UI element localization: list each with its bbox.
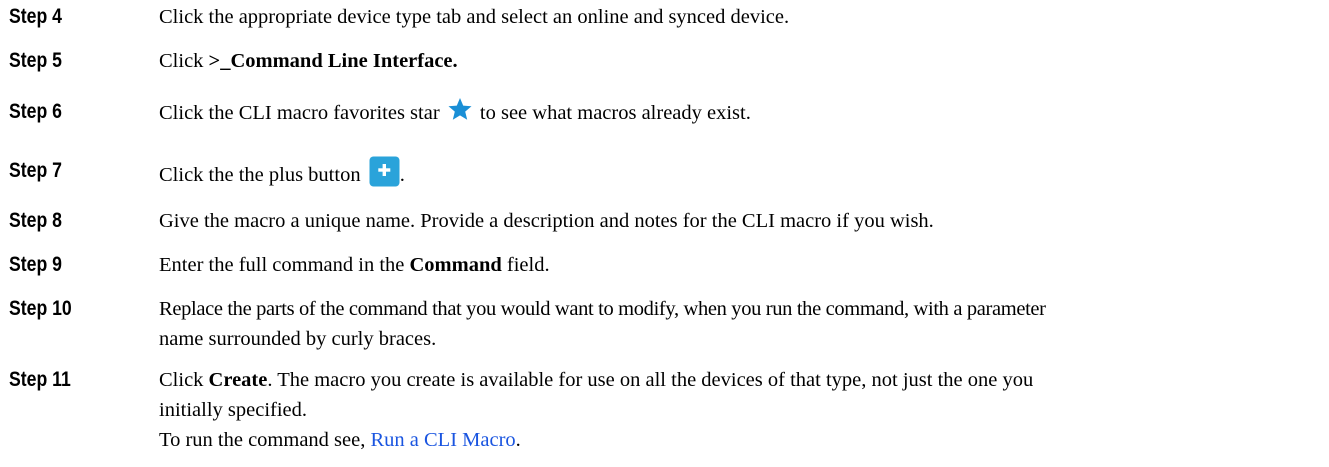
step-text-pre: Click bbox=[159, 50, 209, 72]
step-label: Step 11 bbox=[9, 368, 71, 391]
step-label: Step 5 bbox=[9, 49, 62, 72]
footer-text-post: . bbox=[515, 429, 521, 451]
step-text: Click the the plus button . bbox=[159, 156, 1319, 190]
step-text-line: Replace the parts of the command that yo… bbox=[159, 298, 1046, 320]
step-text: Click >_Command Line Interface. bbox=[159, 46, 1319, 76]
step-text: Click the appropriate device type tab an… bbox=[159, 6, 790, 28]
footer-text: To run the command see, bbox=[159, 429, 371, 451]
step-label: Step 8 bbox=[9, 209, 62, 232]
step-text-pre: Enter the full command in the bbox=[159, 254, 410, 276]
run-cli-macro-link[interactable]: Run a CLI Macro bbox=[370, 429, 515, 451]
footer-note: To run the command see, Run a CLI Macro. bbox=[159, 425, 521, 455]
create-label: Create bbox=[208, 369, 268, 391]
step-text-pre: Click the CLI macro favorites star bbox=[159, 102, 445, 124]
step-text: Replace the parts of the command that yo… bbox=[159, 294, 1319, 354]
step-text-line: name surrounded by curly braces. bbox=[159, 328, 437, 350]
step-text-post: . bbox=[399, 164, 405, 186]
step-text: Click Create. The macro you create is av… bbox=[159, 365, 1319, 425]
step-text-post: field. bbox=[501, 254, 550, 276]
step-label: Step 4 bbox=[9, 5, 62, 28]
plus-button-icon bbox=[369, 156, 400, 187]
step-text: Enter the full command in the Command fi… bbox=[159, 250, 1319, 280]
command-field-label: Command bbox=[409, 254, 502, 276]
step-text: Give the macro a unique name. Provide a … bbox=[159, 210, 934, 232]
command-line-interface-label: >_Command Line Interface. bbox=[208, 50, 458, 72]
step-text-post: . The macro you create is available for … bbox=[267, 369, 1034, 391]
star-icon bbox=[447, 97, 473, 121]
step-label: Step 10 bbox=[9, 297, 72, 320]
step-label: Step 6 bbox=[9, 100, 62, 123]
step-text: Click the CLI macro favorites star to se… bbox=[159, 97, 1319, 128]
step-text-pre: Click the the plus button bbox=[159, 164, 366, 186]
step-label: Step 9 bbox=[9, 253, 62, 276]
step-label: Step 7 bbox=[9, 159, 62, 182]
step-text-pre: Click bbox=[159, 369, 209, 391]
step-text-post: to see what macros already exist. bbox=[474, 102, 751, 124]
step-text-line: Click Create. The macro you create is av… bbox=[159, 365, 1319, 395]
step-text-line: initially specified. bbox=[159, 399, 308, 421]
